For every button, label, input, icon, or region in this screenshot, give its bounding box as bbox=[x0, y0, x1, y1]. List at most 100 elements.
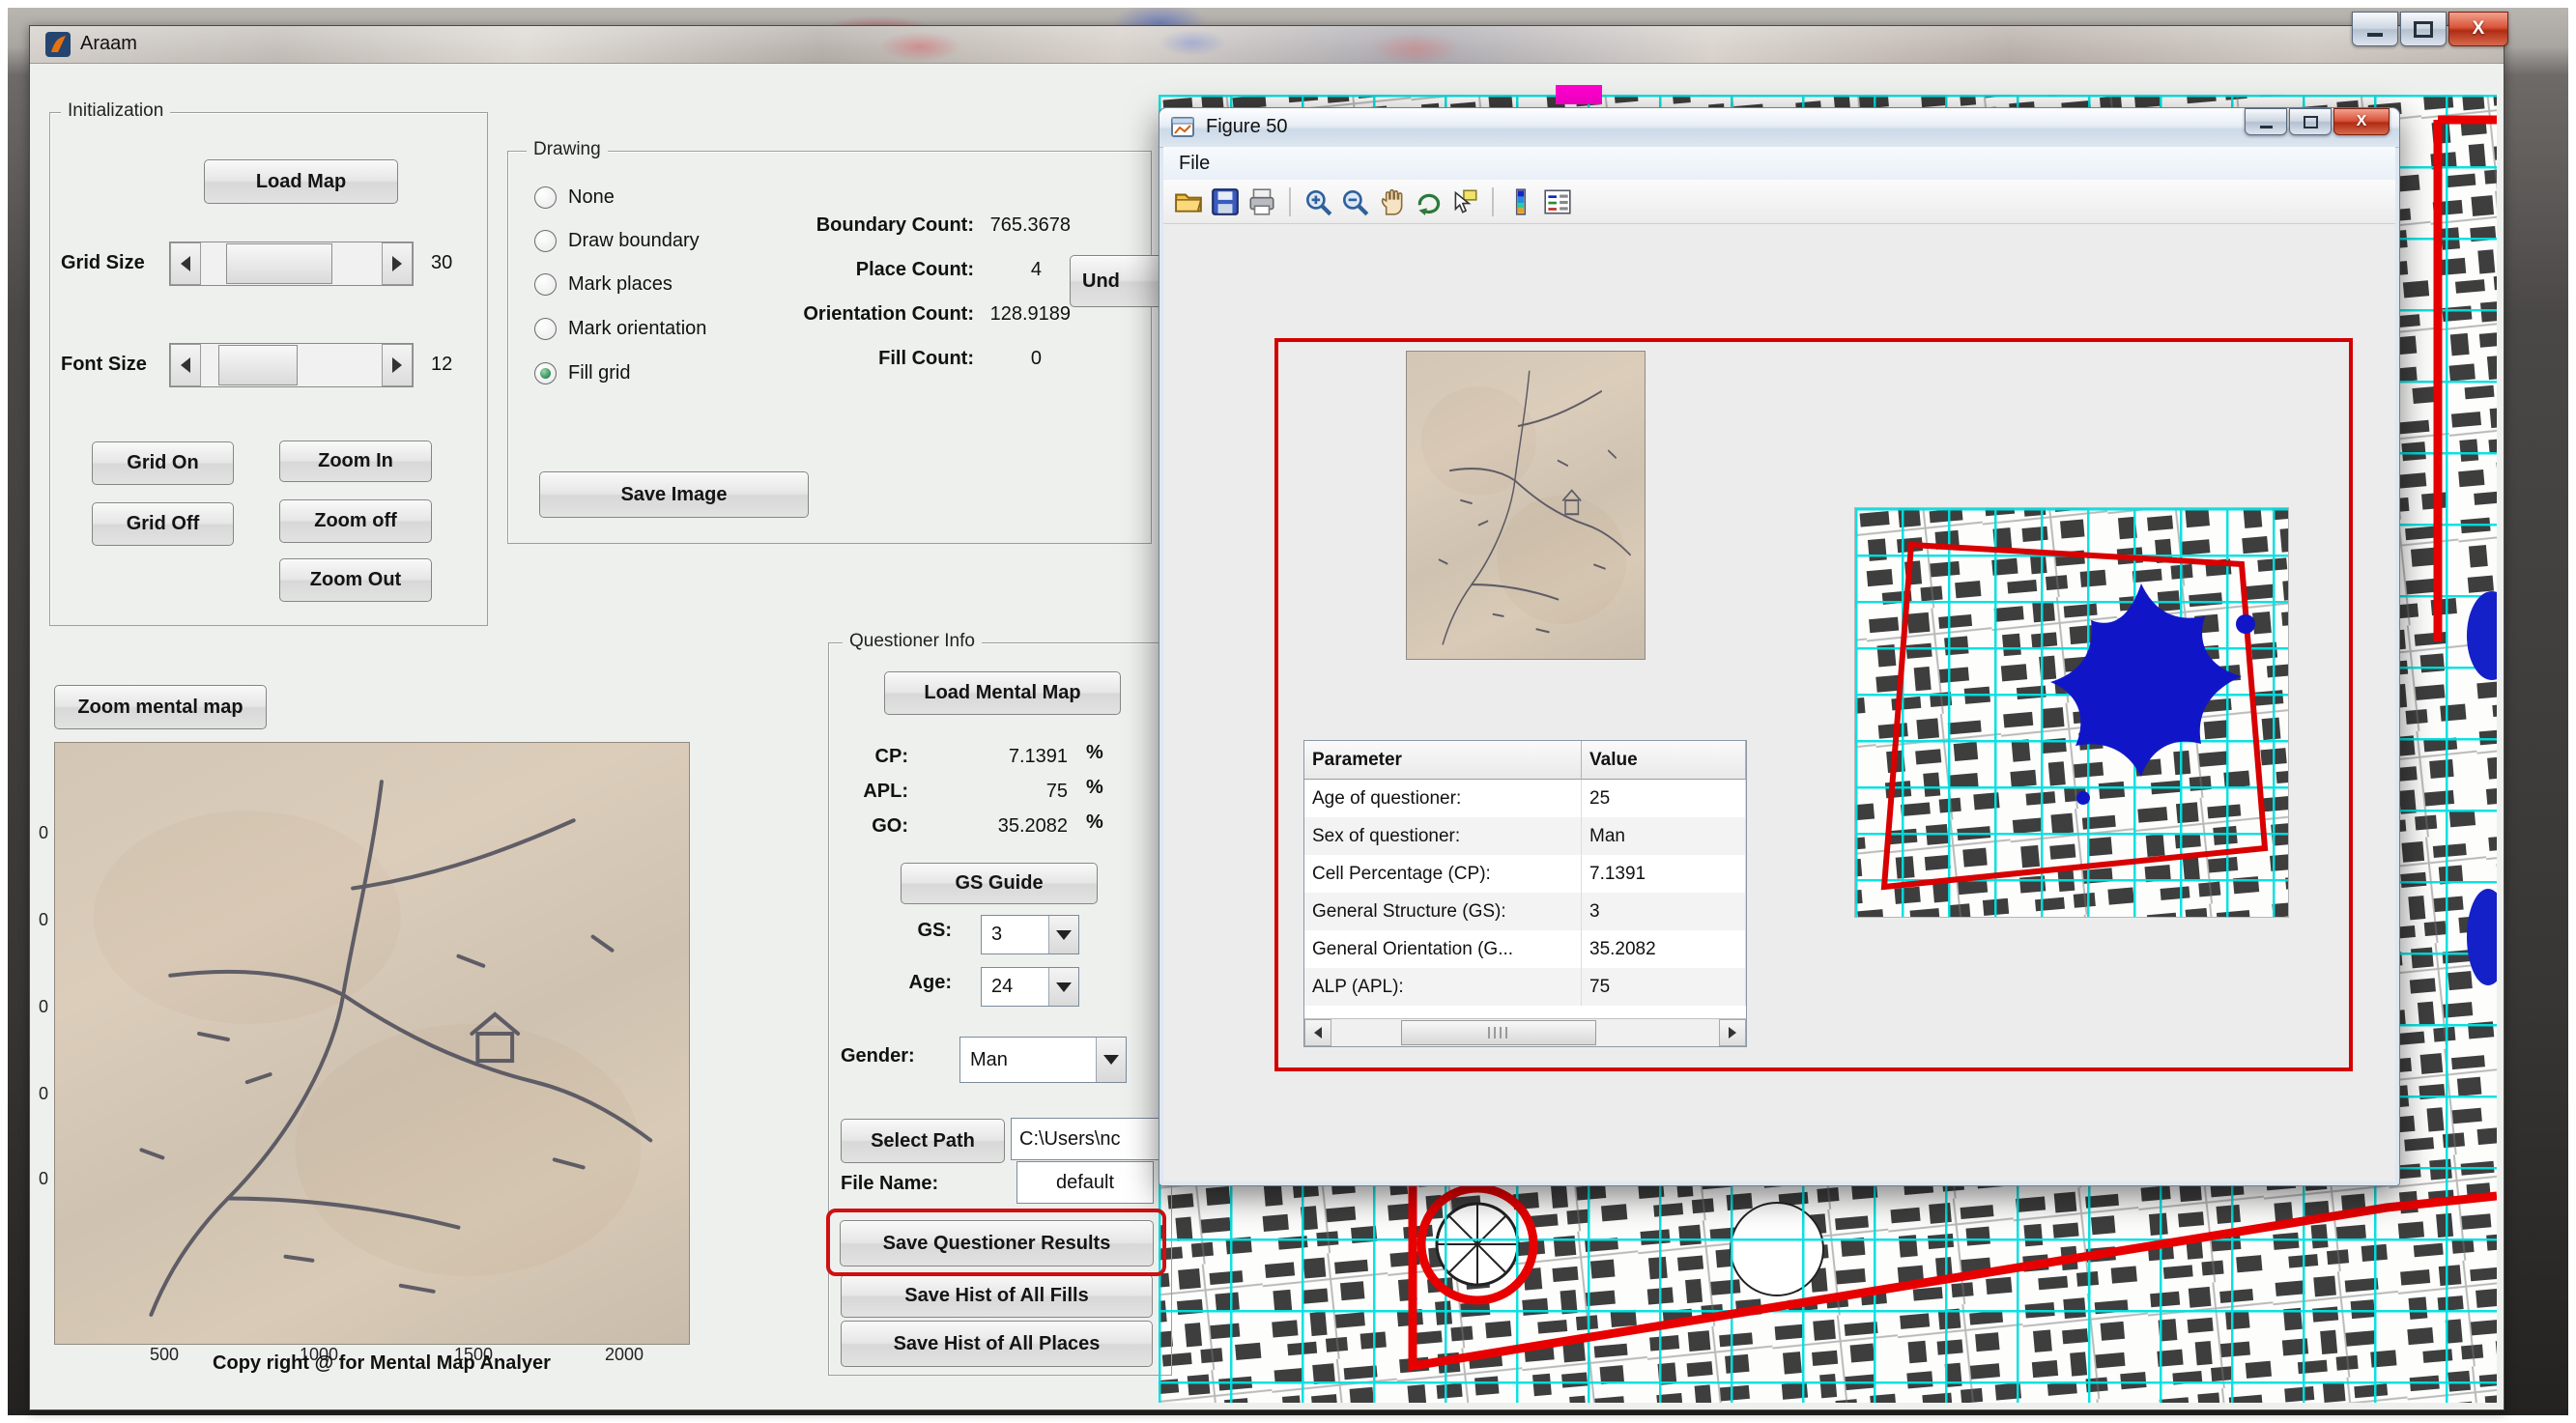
cp-label: CP: bbox=[821, 746, 908, 768]
toolbar-separator bbox=[1289, 187, 1291, 216]
table-header-parameter[interactable]: Parameter bbox=[1304, 741, 1582, 780]
font-size-slider[interactable] bbox=[169, 343, 414, 387]
font-size-label: Font Size bbox=[61, 354, 177, 376]
table-cell-parameter: Sex of questioner: bbox=[1304, 817, 1582, 855]
table-row[interactable]: Sex of questioner: Man bbox=[1304, 817, 1746, 855]
table-cell-value: Man bbox=[1582, 817, 1746, 855]
age-dropdown[interactable]: 24 bbox=[981, 967, 1079, 1007]
cp-percent-sign: % bbox=[1086, 742, 1125, 764]
zoom-in-icon[interactable] bbox=[1302, 186, 1333, 217]
data-cursor-icon[interactable] bbox=[1449, 186, 1480, 217]
grid-size-slider[interactable] bbox=[169, 242, 414, 286]
radio-circle-icon bbox=[534, 273, 557, 296]
table-cell-value: 75 bbox=[1582, 968, 1746, 1006]
boundary-count-value: 765.3678 bbox=[918, 214, 1071, 237]
table-row[interactable]: Age of questioner: 25 bbox=[1304, 780, 1746, 817]
slider-right-arrow-icon[interactable] bbox=[382, 242, 413, 285]
scrollbar-thumb[interactable] bbox=[1401, 1020, 1596, 1045]
grid-off-button[interactable]: Grid Off bbox=[92, 502, 234, 546]
dropdown-arrow-icon[interactable] bbox=[1048, 916, 1078, 953]
radio-none[interactable]: None bbox=[534, 180, 786, 214]
go-percent-sign: % bbox=[1086, 811, 1125, 834]
zoom-off-button[interactable]: Zoom off bbox=[279, 499, 432, 543]
grid-size-slider-track[interactable] bbox=[201, 242, 382, 285]
y-axis-tick: 0 bbox=[29, 997, 48, 1017]
radio-mark-orientation-label: Mark orientation bbox=[568, 318, 706, 340]
print-icon[interactable] bbox=[1246, 186, 1277, 217]
initialization-panel-label: Initialization bbox=[61, 100, 170, 122]
radio-mark-places-label: Mark places bbox=[568, 273, 673, 296]
maximize-button[interactable] bbox=[2400, 12, 2447, 46]
save-questioner-results-button[interactable]: Save Questioner Results bbox=[840, 1220, 1154, 1266]
table-header-value[interactable]: Value bbox=[1582, 741, 1746, 780]
path-field[interactable]: C:\Users\nc bbox=[1011, 1118, 1163, 1160]
file-name-field[interactable]: default bbox=[1016, 1161, 1154, 1204]
figure-window-controls: X bbox=[2245, 108, 2390, 135]
scroll-left-arrow-icon[interactable] bbox=[1304, 1019, 1331, 1046]
pan-icon[interactable] bbox=[1376, 186, 1407, 217]
load-mental-map-button[interactable]: Load Mental Map bbox=[884, 671, 1121, 715]
font-size-slider-thumb[interactable] bbox=[218, 345, 298, 385]
load-map-button[interactable]: Load Map bbox=[204, 159, 398, 204]
open-icon[interactable] bbox=[1173, 186, 1204, 217]
y-axis-tick: 0 bbox=[29, 823, 48, 843]
slider-left-arrow-icon[interactable] bbox=[170, 242, 201, 285]
font-size-slider-track[interactable] bbox=[201, 344, 382, 386]
figure-toolbar bbox=[1163, 180, 2395, 224]
save-image-button[interactable]: Save Image bbox=[539, 471, 809, 518]
table-row[interactable]: General Structure (GS): 3 bbox=[1304, 893, 1746, 930]
slider-right-arrow-icon[interactable] bbox=[382, 344, 413, 386]
figure-close-button[interactable]: X bbox=[2333, 108, 2390, 135]
file-name-label: File Name: bbox=[841, 1173, 976, 1195]
table-cell-value: 7.1391 bbox=[1582, 855, 1746, 893]
figure-sketch-thumbnail bbox=[1406, 351, 1646, 660]
scrollbar-track[interactable] bbox=[1331, 1019, 1719, 1046]
close-button[interactable]: X bbox=[2448, 12, 2508, 46]
table-cell-parameter: General Orientation (G... bbox=[1304, 930, 1582, 968]
grid-on-button[interactable]: Grid On bbox=[92, 441, 234, 485]
save-icon[interactable] bbox=[1210, 186, 1241, 217]
sketch-thumbnail-image bbox=[1407, 352, 1645, 659]
zoom-in-button[interactable]: Zoom In bbox=[279, 441, 432, 482]
slider-left-arrow-icon[interactable] bbox=[170, 344, 201, 386]
save-hist-all-places-button[interactable]: Save Hist of All Places bbox=[841, 1321, 1153, 1367]
gs-guide-button[interactable]: GS Guide bbox=[901, 863, 1098, 904]
select-path-button[interactable]: Select Path bbox=[841, 1119, 1005, 1163]
figure-window: Figure 50 X File bbox=[1159, 107, 2400, 1186]
grid-size-value: 30 bbox=[431, 252, 483, 274]
rotate-3d-icon[interactable] bbox=[1413, 186, 1444, 217]
zoom-out-icon[interactable] bbox=[1339, 186, 1370, 217]
save-hist-all-fills-button[interactable]: Save Hist of All Fills bbox=[841, 1274, 1153, 1318]
dropdown-arrow-icon[interactable] bbox=[1048, 968, 1078, 1006]
go-label: GO: bbox=[821, 815, 908, 838]
gs-dropdown-value: 3 bbox=[982, 916, 1048, 953]
gs-dropdown[interactable]: 3 bbox=[981, 915, 1079, 954]
cp-value: 7.1391 bbox=[923, 746, 1068, 768]
figure-minimize-button[interactable] bbox=[2245, 108, 2287, 135]
figure-titlebar[interactable]: Figure 50 X bbox=[1159, 108, 2399, 148]
dropdown-arrow-icon[interactable] bbox=[1096, 1038, 1126, 1082]
radio-circle-icon bbox=[534, 230, 557, 252]
gs-label: GS: bbox=[860, 920, 952, 942]
colorbar-icon[interactable] bbox=[1505, 186, 1536, 217]
apl-label: APL: bbox=[821, 781, 908, 803]
apl-value: 75 bbox=[923, 781, 1068, 803]
table-horizontal-scrollbar[interactable] bbox=[1304, 1018, 1746, 1046]
gender-dropdown[interactable]: Man bbox=[959, 1037, 1127, 1083]
table-cell-value: 25 bbox=[1582, 780, 1746, 817]
table-row[interactable]: Cell Percentage (CP): 7.1391 bbox=[1304, 855, 1746, 893]
table-header-row: Parameter Value bbox=[1304, 741, 1746, 780]
grid-size-slider-thumb[interactable] bbox=[226, 243, 332, 284]
figure-menubar: File bbox=[1163, 147, 2395, 181]
figure-maximize-button[interactable] bbox=[2289, 108, 2332, 135]
minimize-button[interactable] bbox=[2352, 12, 2398, 46]
zoom-out-button[interactable]: Zoom Out bbox=[279, 558, 432, 602]
araam-titlebar[interactable]: Araam bbox=[30, 26, 2504, 64]
file-menu[interactable]: File bbox=[1163, 153, 1225, 175]
table-row[interactable]: General Orientation (G... 35.2082 bbox=[1304, 930, 1746, 968]
scroll-right-arrow-icon[interactable] bbox=[1719, 1019, 1746, 1046]
zoom-mental-map-button[interactable]: Zoom mental map bbox=[54, 685, 267, 729]
table-row[interactable]: ALP (APL): 75 bbox=[1304, 968, 1746, 1006]
radio-draw-boundary-label: Draw boundary bbox=[568, 230, 700, 252]
legend-icon[interactable] bbox=[1542, 186, 1573, 217]
